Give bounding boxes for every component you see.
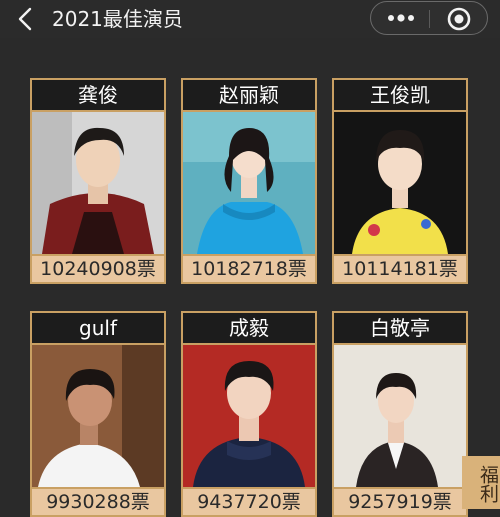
actor-photo — [181, 345, 317, 487]
actor-name: 王俊凯 — [332, 78, 468, 112]
vote-count: 10240908票 — [30, 254, 166, 284]
actor-portrait — [32, 112, 164, 254]
vote-count: 10114181票 — [332, 254, 468, 284]
target-circle-icon[interactable] — [447, 7, 471, 31]
actor-name: gulf — [30, 311, 166, 345]
mini-program-capsule — [370, 1, 488, 35]
actor-portrait — [334, 345, 466, 487]
capsule-divider — [429, 10, 430, 28]
back-chevron-icon[interactable] — [14, 6, 36, 32]
more-dots-icon[interactable] — [387, 12, 415, 24]
actor-portrait — [32, 345, 164, 487]
actor-name: 赵丽颖 — [181, 78, 317, 112]
actor-photo — [30, 345, 166, 487]
actor-name: 成毅 — [181, 311, 317, 345]
top-bar: 2021最佳演员 — [0, 0, 500, 38]
actor-portrait — [183, 345, 315, 487]
actor-photo — [181, 112, 317, 254]
actor-portrait — [334, 112, 466, 254]
actor-photo — [332, 345, 468, 487]
welfare-side-tab[interactable]: 福利 — [462, 456, 500, 509]
actor-portrait — [183, 112, 315, 254]
actor-photo — [30, 112, 166, 254]
page-title: 2021最佳演员 — [52, 7, 183, 31]
actor-name: 白敬亭 — [332, 311, 468, 345]
vote-count: 9257919票 — [332, 487, 468, 517]
vote-count: 9437720票 — [181, 487, 317, 517]
vote-count: 10182718票 — [181, 254, 317, 284]
actor-name: 龚俊 — [30, 78, 166, 112]
vote-count: 9930288票 — [30, 487, 166, 517]
actor-photo — [332, 112, 468, 254]
